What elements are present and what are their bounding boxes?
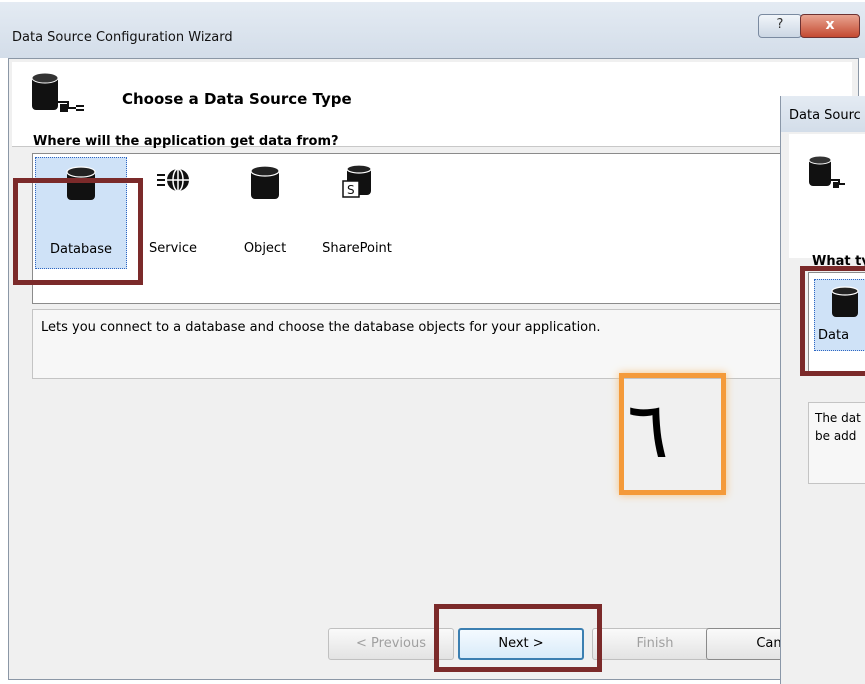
database-highlight-box: [13, 178, 143, 285]
second-window-title: Data Sourc: [789, 108, 861, 123]
source-label: SharePoint: [322, 241, 392, 256]
description-text: Lets you connect to a database and choos…: [41, 320, 601, 335]
second-description-panel: The dat be add: [808, 402, 865, 484]
database-connect-icon: [807, 154, 857, 198]
second-header-panel: [789, 134, 865, 258]
object-icon: [219, 163, 311, 203]
sharepoint-icon: S: [311, 163, 403, 203]
second-description-text: The dat be add: [815, 409, 861, 445]
source-item-sharepoint[interactable]: S SharePoint: [311, 157, 403, 269]
description-panel: Lets you connect to a database and choos…: [32, 309, 862, 379]
database-connect-icon: [30, 72, 90, 122]
question-label: Where will the application get data from…: [33, 134, 339, 149]
help-button[interactable]: ?: [758, 14, 802, 38]
second-database-highlight-box: [800, 266, 865, 376]
second-wizard-window: Data Sourc What ty Data The dat be add: [780, 96, 865, 684]
second-description-line: be add: [815, 429, 857, 443]
second-title-bar: Data Sourc: [781, 96, 865, 132]
close-button[interactable]: x: [800, 14, 860, 38]
source-label: Object: [243, 241, 287, 256]
wizard-window: Data Source Configuration Wizard ? x Cho…: [0, 2, 865, 684]
second-description-line: The dat: [815, 411, 861, 425]
header-title: Choose a Data Source Type: [122, 90, 352, 108]
step-number: ٦: [627, 386, 669, 476]
svg-text:S: S: [347, 183, 355, 197]
data-source-list: Database Service Object S SharePoint: [32, 153, 864, 304]
title-bar: Data Source Configuration Wizard ? x: [0, 2, 865, 58]
window-title: Data Source Configuration Wizard: [12, 30, 233, 45]
finish-button[interactable]: Finish: [592, 628, 718, 660]
next-highlight-box: [434, 604, 602, 672]
source-item-object[interactable]: Object: [219, 157, 311, 269]
